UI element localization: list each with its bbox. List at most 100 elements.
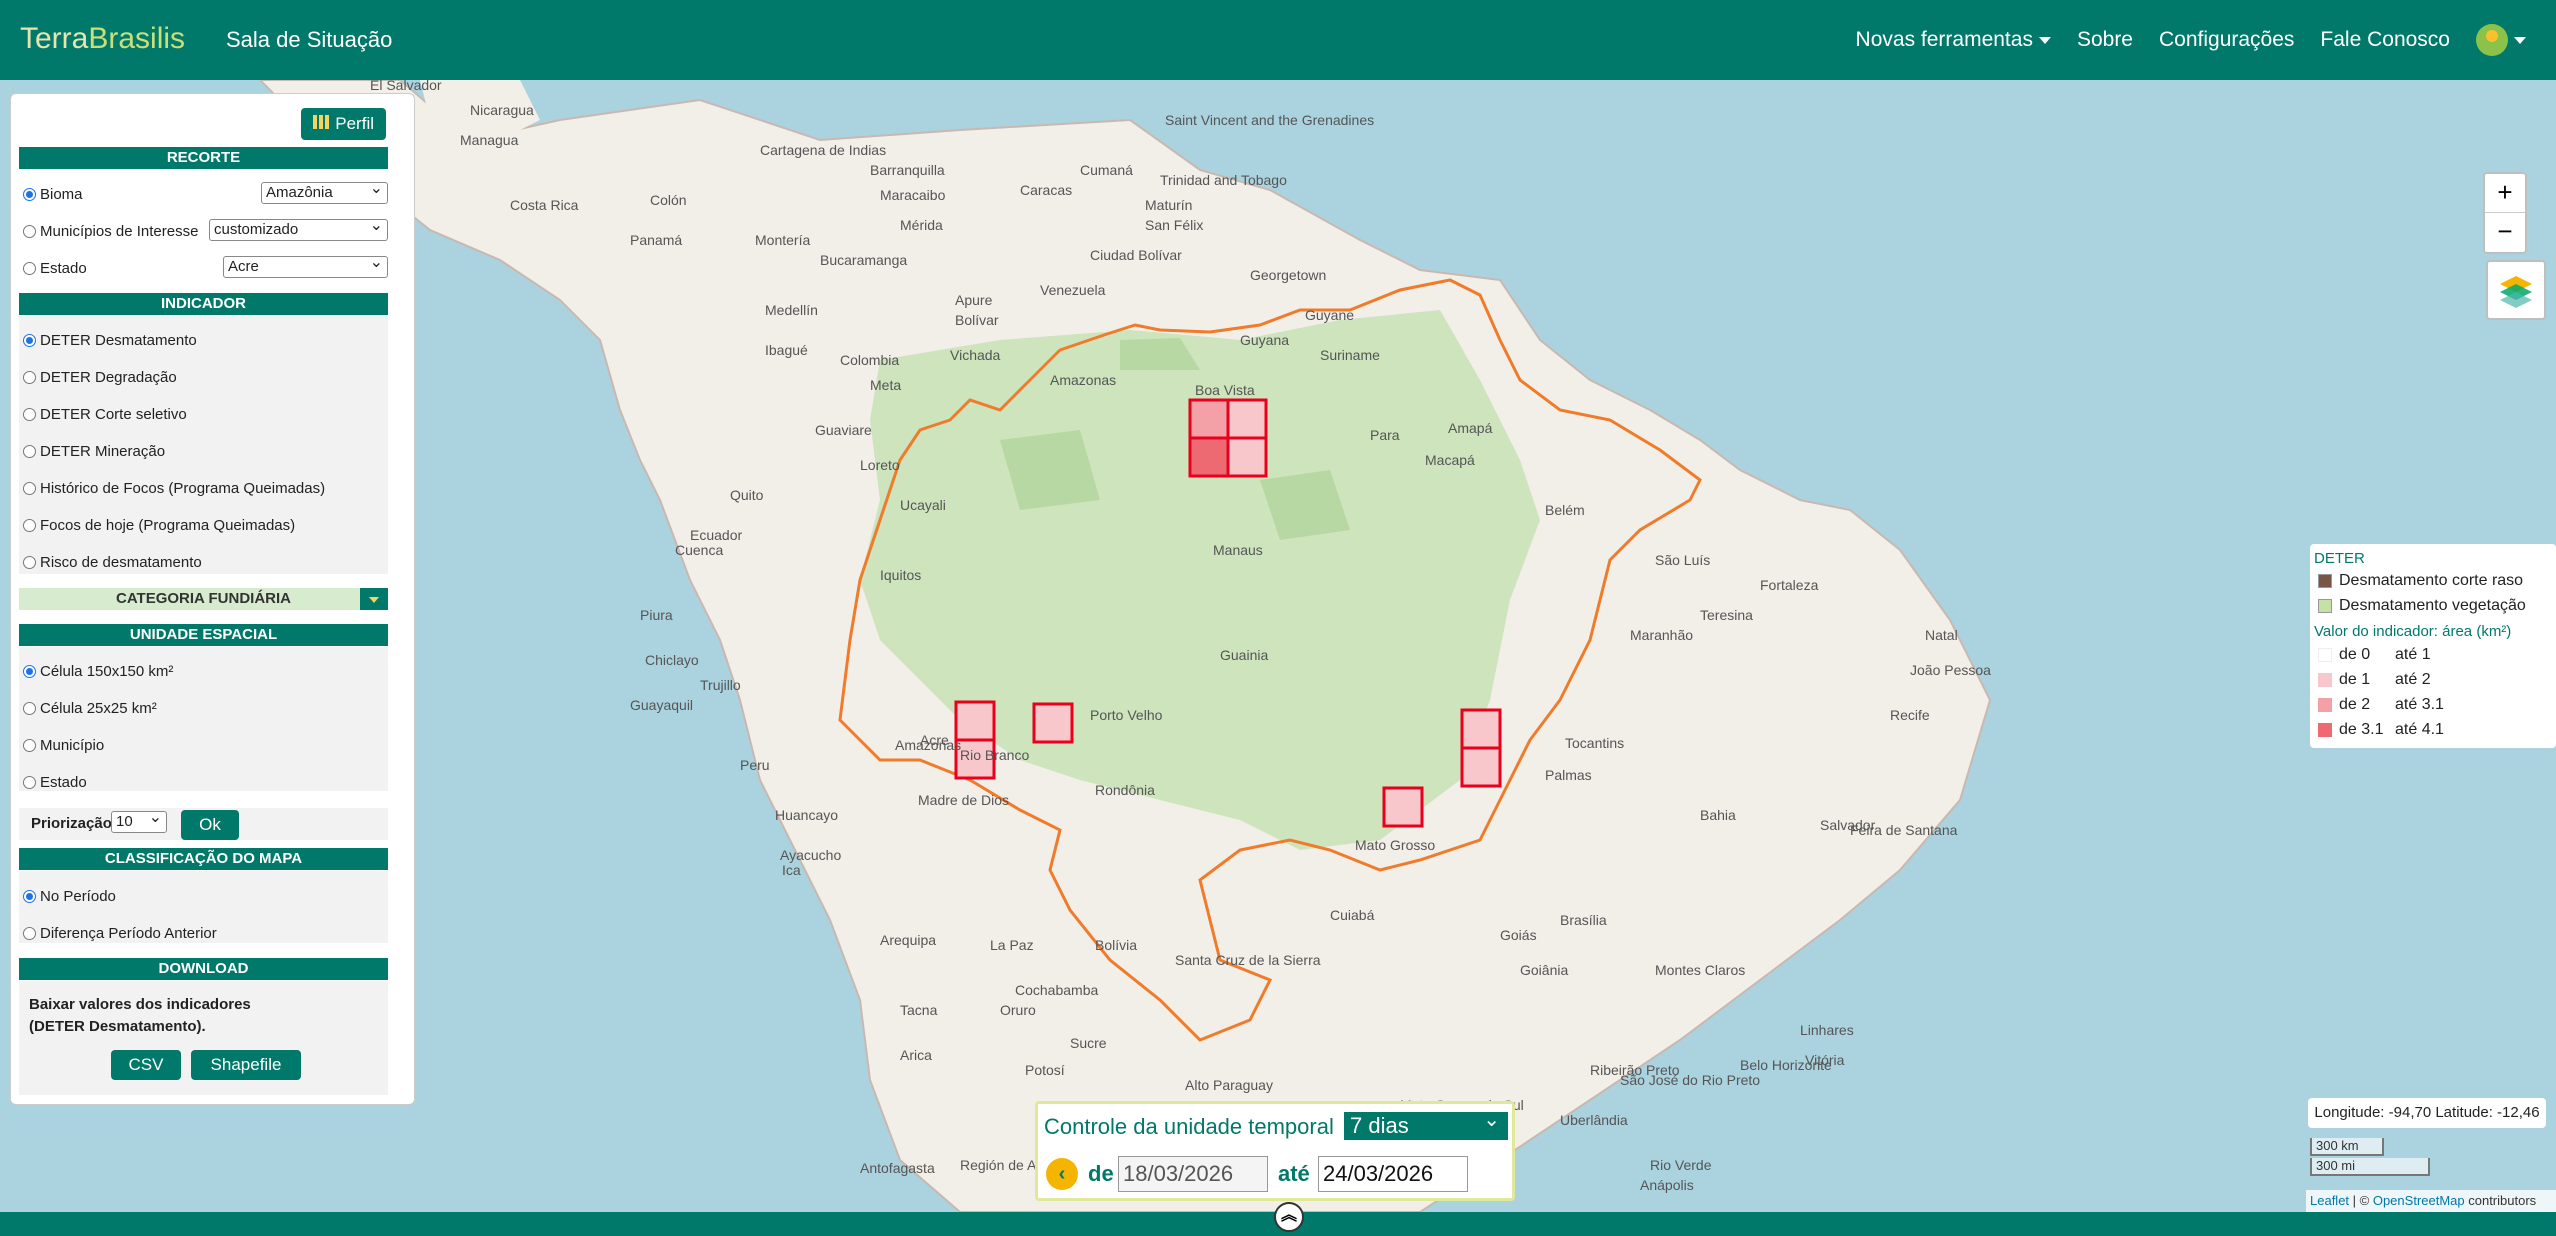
map-label: Colón — [650, 192, 687, 208]
radio[interactable] — [23, 556, 36, 569]
map-label: Saint Vincent and the Grenadines — [1165, 112, 1374, 128]
layers-button[interactable] — [2486, 260, 2546, 320]
select-municipios[interactable]: customizado — [209, 216, 388, 241]
section-indicador: INDICADOR — [19, 293, 388, 315]
legend-box: DETER Desmatamento corte raso Desmatamen… — [2310, 544, 2556, 748]
map-label: Rio Verde — [1650, 1157, 1712, 1173]
classificacao-option[interactable]: No Período — [23, 888, 116, 905]
radio[interactable] — [23, 890, 36, 903]
shapefile-button[interactable]: Shapefile — [191, 1050, 301, 1080]
csv-button[interactable]: CSV — [111, 1050, 181, 1080]
unidade-option[interactable]: Estado — [23, 774, 87, 791]
map-label: Ayacucho — [780, 847, 841, 863]
osm-link[interactable]: OpenStreetMap — [2373, 1193, 2465, 1208]
map-label: Fortaleza — [1760, 577, 1819, 593]
radio[interactable] — [23, 408, 36, 421]
ok-button[interactable]: Ok — [181, 810, 239, 840]
cell-150[interactable] — [1226, 398, 1268, 440]
cell-150[interactable] — [1226, 436, 1268, 478]
map-label: El Salvador — [370, 80, 442, 93]
indicador-option[interactable]: Focos de hoje (Programa Queimadas) — [23, 517, 295, 534]
map-label: Suriname — [1320, 347, 1380, 363]
map-label: Potosí — [1025, 1062, 1065, 1078]
nav-fale-conosco[interactable]: Fale Conosco — [2320, 28, 2450, 52]
cell-150[interactable] — [1382, 786, 1424, 828]
map-label: Goiás — [1500, 927, 1537, 943]
indicador-option[interactable]: Histórico de Focos (Programa Queimadas) — [23, 480, 325, 497]
legend-item: Desmatamento vegetação — [2318, 597, 2526, 615]
unidade-option[interactable]: Célula 150x150 km² — [23, 663, 173, 680]
indicador-option[interactable]: DETER Degradação — [23, 369, 177, 386]
option-municipios[interactable]: Municípios de Interesse — [23, 223, 198, 240]
cell-150[interactable] — [1460, 746, 1502, 788]
indicador-option[interactable]: DETER Corte seletivo — [23, 406, 187, 423]
radio[interactable] — [23, 371, 36, 384]
cell-150[interactable] — [1188, 436, 1230, 478]
user-menu[interactable] — [2476, 24, 2526, 56]
swatch — [2318, 673, 2332, 687]
brand-logo[interactable]: TerraBrasilis — [20, 22, 185, 56]
unidade-option[interactable]: Município — [23, 737, 104, 754]
select-estado[interactable]: Acre — [223, 253, 388, 278]
radio[interactable] — [23, 482, 36, 495]
dropdown-toggle-icon[interactable] — [360, 588, 388, 610]
map-label: Managua — [460, 132, 519, 148]
classificacao-option[interactable]: Diferença Período Anterior — [23, 925, 217, 942]
nav-configuracoes[interactable]: Configurações — [2159, 28, 2294, 52]
radio[interactable] — [23, 776, 36, 789]
map-label: Venezuela — [1040, 282, 1106, 298]
priorizacao-input[interactable]: 10 — [111, 808, 167, 833]
radio[interactable] — [23, 519, 36, 532]
radio[interactable] — [23, 739, 36, 752]
map-label: Manaus — [1213, 542, 1263, 558]
map-label: Georgetown — [1250, 267, 1326, 283]
to-date-input[interactable]: 24/03/2026 — [1318, 1156, 1468, 1192]
indicador-option[interactable]: Risco de desmatamento — [23, 554, 202, 571]
map-label: Cuenca — [675, 542, 723, 558]
radio[interactable] — [23, 334, 36, 347]
map-label: Maturín — [1145, 197, 1192, 213]
section-categoria-fundiaria[interactable]: CATEGORIA FUNDIÁRIA — [19, 588, 388, 610]
zoom-control: + − — [2483, 172, 2527, 254]
radio-municipios[interactable] — [23, 225, 36, 238]
map-label: Vichada — [950, 347, 1001, 363]
radio[interactable] — [23, 445, 36, 458]
radio-estado[interactable] — [23, 262, 36, 275]
map-label: Goiânia — [1520, 962, 1568, 978]
zoom-in-button[interactable]: + — [2485, 174, 2525, 213]
scale-km: 300 km — [2310, 1138, 2384, 1156]
cell-150[interactable] — [1460, 708, 1502, 750]
map-label: Teresina — [1700, 607, 1753, 623]
map-label: Ecuador — [690, 527, 742, 543]
option-estado[interactable]: Estado — [23, 260, 87, 277]
map-label: Loreto — [860, 457, 900, 473]
select-bioma[interactable]: Amazônia — [261, 179, 388, 204]
leaflet-link[interactable]: Leaflet — [2310, 1193, 2349, 1208]
expand-up-button[interactable]: ︽ — [1274, 1202, 1304, 1232]
radio-bioma[interactable] — [23, 188, 36, 201]
cell-150[interactable] — [954, 700, 996, 742]
map-label: Trinidad and Tobago — [1160, 172, 1287, 188]
map-label: Apure — [955, 292, 993, 308]
radio[interactable] — [23, 665, 36, 678]
indicador-option[interactable]: DETER Mineração — [23, 443, 165, 460]
perfil-button[interactable]: Perfil — [301, 108, 386, 140]
legend-range: de 2 até 3.1 — [2318, 696, 2444, 714]
swatch — [2318, 723, 2332, 737]
cell-150[interactable] — [1032, 702, 1074, 744]
radio[interactable] — [23, 927, 36, 940]
nav-novas-ferramentas[interactable]: Novas ferramentas — [1856, 28, 2051, 52]
from-date-input[interactable]: 18/03/2026 — [1118, 1156, 1268, 1192]
cell-150[interactable] — [1188, 398, 1230, 440]
indicador-option[interactable]: DETER Desmatamento — [23, 332, 197, 349]
legend-indicator-title: Valor do indicador: área (km²) — [2314, 623, 2512, 640]
radio[interactable] — [23, 702, 36, 715]
nav-sala-situacao[interactable]: Sala de Situação — [226, 27, 392, 53]
unidade-option[interactable]: Célula 25x25 km² — [23, 700, 157, 717]
option-bioma[interactable]: Bioma — [23, 186, 83, 203]
period-select[interactable]: 7 dias — [1344, 1106, 1508, 1140]
nav-sobre[interactable]: Sobre — [2077, 28, 2133, 52]
zoom-out-button[interactable]: − — [2485, 213, 2525, 251]
map-label: Madre de Dios — [918, 792, 1009, 808]
previous-period-button[interactable]: ‹ — [1046, 1158, 1078, 1190]
